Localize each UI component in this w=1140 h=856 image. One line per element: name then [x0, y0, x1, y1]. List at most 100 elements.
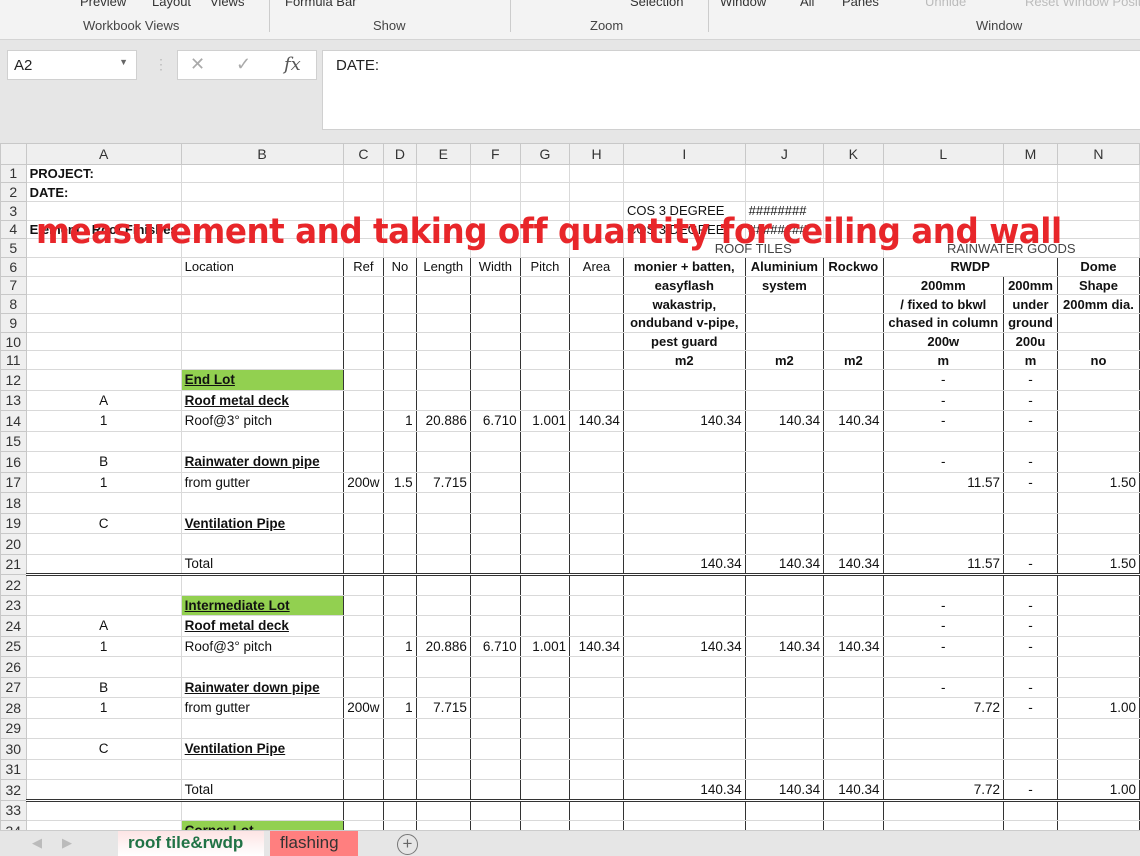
cell-L34[interactable]: - [883, 821, 1004, 830]
cell-G24[interactable] [520, 616, 569, 637]
cell-G16[interactable] [520, 452, 569, 473]
row-header[interactable]: 34 [1, 821, 27, 830]
cell-N11[interactable]: no [1057, 351, 1139, 370]
cell-F17[interactable] [470, 472, 520, 493]
cell-K9[interactable] [824, 314, 883, 333]
cell-L33[interactable] [883, 800, 1004, 821]
cell-B31[interactable] [181, 759, 343, 780]
cell-C22[interactable] [343, 575, 384, 596]
cell-J6[interactable]: Aluminium [745, 257, 824, 276]
cell-F29[interactable] [470, 718, 520, 739]
custom-views-button[interactable]: Views [210, 0, 244, 9]
cell-G23[interactable] [520, 595, 569, 616]
cell-G31[interactable] [520, 759, 569, 780]
cell-N23[interactable] [1057, 595, 1139, 616]
cell-N30[interactable] [1057, 739, 1139, 760]
cell-N24[interactable] [1057, 616, 1139, 637]
cell-F21[interactable] [470, 554, 520, 575]
cell-M30[interactable] [1004, 739, 1058, 760]
cell-B7[interactable] [181, 276, 343, 295]
cell-G33[interactable] [520, 800, 569, 821]
row-header[interactable]: 15 [1, 431, 27, 452]
cell-D8[interactable] [384, 295, 416, 314]
cell-D30[interactable] [384, 739, 416, 760]
cell-N17[interactable]: 1.50 [1057, 472, 1139, 493]
cell-H27[interactable] [570, 677, 624, 698]
cell-B25[interactable]: Roof@3° pitch [181, 636, 343, 657]
cell-M10[interactable]: 200u [1004, 332, 1058, 351]
cell-A25[interactable]: 1 [26, 636, 181, 657]
cell-A1[interactable]: PROJECT: [26, 164, 181, 183]
row-header[interactable]: 25 [1, 636, 27, 657]
cell-E28[interactable]: 7.715 [416, 698, 470, 719]
page-break-preview-button[interactable]: Preview [80, 0, 126, 9]
cell-N18[interactable] [1057, 493, 1139, 514]
cell-K28[interactable] [824, 698, 883, 719]
cell-M13[interactable]: - [1004, 390, 1058, 411]
cell-E8[interactable] [416, 295, 470, 314]
cell-E27[interactable] [416, 677, 470, 698]
cell-E12[interactable] [416, 370, 470, 391]
cell-F1[interactable] [470, 164, 520, 183]
cell-D26[interactable] [384, 657, 416, 678]
cell-A26[interactable] [26, 657, 181, 678]
cell-I8[interactable]: wakastrip, [623, 295, 745, 314]
row-header[interactable]: 5 [1, 239, 27, 258]
cell-N25[interactable] [1057, 636, 1139, 657]
cell-M20[interactable] [1004, 534, 1058, 555]
row-header[interactable]: 13 [1, 390, 27, 411]
cell-B1[interactable] [181, 164, 343, 183]
cell-M21[interactable]: - [1004, 554, 1058, 575]
cell-I10[interactable]: pest guard [623, 332, 745, 351]
cell-H15[interactable] [570, 431, 624, 452]
cell-H8[interactable] [570, 295, 624, 314]
cell-H12[interactable] [570, 370, 624, 391]
cell-D13[interactable] [384, 390, 416, 411]
row-header[interactable]: 12 [1, 370, 27, 391]
cell-G13[interactable] [520, 390, 569, 411]
cell-L1[interactable] [883, 164, 1004, 183]
cell-C16[interactable] [343, 452, 384, 473]
cell-C6[interactable]: Ref [343, 257, 384, 276]
cell-C1[interactable] [343, 164, 384, 183]
cell-L28[interactable]: 7.72 [883, 698, 1004, 719]
cell-A14[interactable]: 1 [26, 411, 181, 432]
cell-I16[interactable] [623, 452, 745, 473]
column-header-H[interactable]: H [570, 144, 624, 165]
name-box[interactable]: A2▼ [7, 50, 137, 80]
cell-B11[interactable] [181, 351, 343, 370]
cell-B8[interactable] [181, 295, 343, 314]
row-header[interactable]: 2 [1, 183, 27, 202]
cell-M19[interactable] [1004, 513, 1058, 534]
cell-B26[interactable] [181, 657, 343, 678]
cell-L24[interactable]: - [883, 616, 1004, 637]
cell-K1[interactable] [824, 164, 883, 183]
cell-J27[interactable] [745, 677, 824, 698]
cell-J24[interactable] [745, 616, 824, 637]
cell-K10[interactable] [824, 332, 883, 351]
cell-G2[interactable] [520, 183, 569, 202]
cell-N20[interactable] [1057, 534, 1139, 555]
cell-C18[interactable] [343, 493, 384, 514]
cell-H26[interactable] [570, 657, 624, 678]
cell-N13[interactable] [1057, 390, 1139, 411]
cell-E16[interactable] [416, 452, 470, 473]
cell-F8[interactable] [470, 295, 520, 314]
cell-M25[interactable]: - [1004, 636, 1058, 657]
cell-J10[interactable] [745, 332, 824, 351]
cell-F32[interactable] [470, 780, 520, 801]
arrange-all-button[interactable]: All [800, 0, 814, 9]
cell-I2[interactable] [623, 183, 745, 202]
cell-D17[interactable]: 1.5 [384, 472, 416, 493]
cell-I19[interactable] [623, 513, 745, 534]
row-header[interactable]: 27 [1, 677, 27, 698]
cell-K8[interactable] [824, 295, 883, 314]
cell-L18[interactable] [883, 493, 1004, 514]
cell-B13[interactable]: Roof metal deck [181, 390, 343, 411]
cell-C10[interactable] [343, 332, 384, 351]
cell-J29[interactable] [745, 718, 824, 739]
cell-L9[interactable]: chased in column [883, 314, 1004, 333]
cell-N26[interactable] [1057, 657, 1139, 678]
cell-G30[interactable] [520, 739, 569, 760]
cell-G10[interactable] [520, 332, 569, 351]
